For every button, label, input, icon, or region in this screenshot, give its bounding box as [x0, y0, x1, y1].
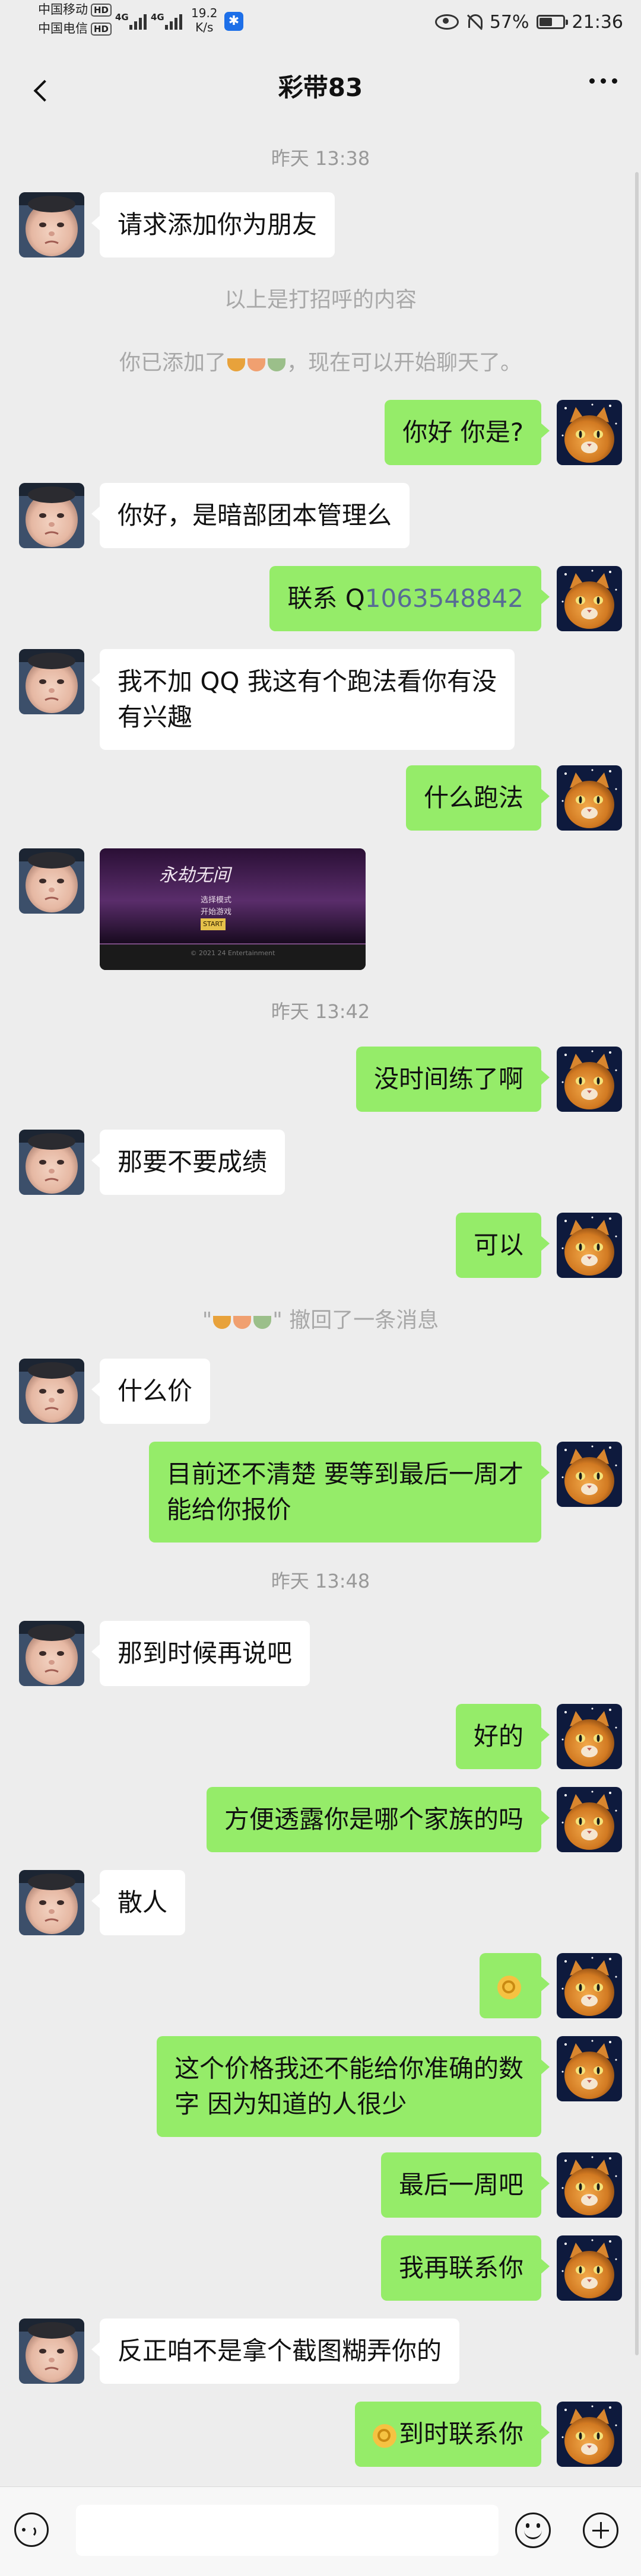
- emoji-icon[interactable]: [515, 2513, 551, 2548]
- signal-2-icon: [165, 12, 182, 30]
- message-bubble[interactable]: 你好 你是?: [385, 400, 550, 465]
- qq-number-link[interactable]: 1063548842: [365, 584, 523, 613]
- contact-avatar[interactable]: [19, 848, 84, 914]
- timestamp: 昨天 13:48: [271, 1570, 370, 1592]
- message-bubble[interactable]: 什么跑法: [405, 765, 550, 831]
- message-bubble[interactable]: 什么价: [91, 1359, 211, 1424]
- contact-avatar[interactable]: [19, 2319, 84, 2384]
- plus-icon[interactable]: [583, 2513, 618, 2548]
- eye-comfort-icon: [434, 14, 459, 30]
- clock: 21:36: [572, 11, 623, 33]
- system-message: 你已添加了 ，现在可以开始聊天了。: [119, 351, 522, 376]
- message-bubble[interactable]: 反正咱不是拿个截图糊弄你的: [91, 2319, 460, 2384]
- self-avatar[interactable]: [557, 1953, 622, 2018]
- self-avatar[interactable]: [557, 2235, 622, 2301]
- timestamp: 昨天 13:38: [271, 147, 370, 170]
- image-message[interactable]: 永劫无间 选择模式 开始游戏 START © 2021 24 Entertain…: [100, 848, 366, 970]
- self-avatar[interactable]: [557, 2036, 622, 2101]
- message-bubble[interactable]: 最后一周吧: [380, 2152, 550, 2218]
- message-bubble[interactable]: 你好，是暗部团本管理么: [91, 483, 410, 548]
- message-bubble[interactable]: 那到时候再说吧: [91, 1621, 310, 1686]
- carrier-2: 中国电信 HD: [38, 21, 112, 36]
- network-type-2: 4G: [151, 12, 164, 23]
- voice-icon[interactable]: [14, 2513, 49, 2547]
- self-avatar[interactable]: [557, 2152, 622, 2218]
- message-bubble[interactable]: 联系 Q1063548842: [269, 566, 550, 631]
- contact-avatar[interactable]: [19, 1130, 84, 1195]
- image-game-menu: 选择模式 开始游戏 START: [201, 895, 231, 930]
- contact-avatar[interactable]: [19, 1359, 84, 1424]
- message-bubble[interactable]: 我再联系你: [380, 2235, 550, 2301]
- chat-header: 彩带83: [0, 47, 641, 119]
- self-avatar[interactable]: [557, 400, 622, 465]
- network-type-1: 4G: [115, 12, 129, 23]
- self-avatar[interactable]: [557, 1047, 622, 1112]
- message-input[interactable]: [76, 2505, 499, 2556]
- self-avatar[interactable]: [557, 2402, 622, 2467]
- network-speed: 19.2 K/s: [191, 6, 218, 34]
- recall-notice: " " 撤回了一条消息: [202, 1308, 439, 1334]
- self-avatar[interactable]: [557, 1787, 622, 1852]
- timestamp: 昨天 13:42: [271, 1000, 370, 1023]
- message-bubble[interactable]: [480, 1953, 550, 2018]
- battery-icon: [536, 15, 568, 29]
- message-bubble[interactable]: 可以: [455, 1213, 550, 1278]
- self-avatar[interactable]: [557, 1442, 622, 1507]
- contact-avatar[interactable]: [19, 192, 84, 257]
- ok-hand-icon: [497, 1975, 521, 1999]
- message-bubble[interactable]: 散人: [91, 1870, 186, 1935]
- self-avatar[interactable]: [557, 566, 622, 631]
- self-avatar[interactable]: [557, 1704, 622, 1769]
- status-bar: 中国移动 HD 中国电信 HD 4G 4G 19.2 K/s ✱ 57% 21:36: [0, 0, 641, 47]
- message-bubble[interactable]: 那要不要成绩: [91, 1130, 285, 1195]
- ok-hand-icon: [372, 2424, 396, 2448]
- chat-title: 彩带83: [278, 73, 363, 102]
- input-bar: [0, 2486, 641, 2576]
- system-message: 以上是打招呼的内容: [224, 288, 417, 312]
- notification-app-icon: ✱: [224, 12, 243, 31]
- mute-bell-icon: [466, 13, 483, 31]
- image-footer: © 2021 24 Entertainment: [190, 949, 275, 957]
- message-bubble[interactable]: 请求添加你为朋友: [91, 192, 335, 257]
- status-right: 57% 21:36: [434, 9, 623, 34]
- contact-emoji-nickname: [226, 352, 287, 376]
- message-bubble[interactable]: 到时联系你: [354, 2402, 550, 2467]
- message-bubble[interactable]: 好的: [455, 1704, 550, 1769]
- message-bubble[interactable]: 方便透露你是哪个家族的吗: [206, 1787, 550, 1852]
- scrollbar[interactable]: [635, 172, 639, 2355]
- carrier-1: 中国移动 HD: [38, 2, 112, 17]
- more-icon[interactable]: [589, 78, 617, 84]
- image-game-logo: 永劫无间: [159, 865, 230, 886]
- message-bubble[interactable]: 目前还不清楚 要等到最后一周才 能给你报价: [148, 1442, 550, 1543]
- message-bubble[interactable]: 我不加 QQ 我这有个跑法看你有没 有兴趣: [91, 649, 515, 750]
- contact-avatar[interactable]: [19, 1870, 84, 1935]
- contact-avatar[interactable]: [19, 649, 84, 714]
- self-avatar[interactable]: [557, 1213, 622, 1278]
- contact-emoji-nickname: [212, 1309, 272, 1334]
- message-bubble[interactable]: 这个价格我还不能给你准确的数字 因为知道的人很少: [156, 2036, 550, 2137]
- self-avatar[interactable]: [557, 765, 622, 831]
- message-bubble[interactable]: 没时间练了啊: [356, 1047, 550, 1112]
- contact-avatar[interactable]: [19, 1621, 84, 1686]
- battery-percent: 57%: [489, 11, 529, 33]
- signal-1-icon: [129, 12, 147, 30]
- contact-avatar[interactable]: [19, 483, 84, 548]
